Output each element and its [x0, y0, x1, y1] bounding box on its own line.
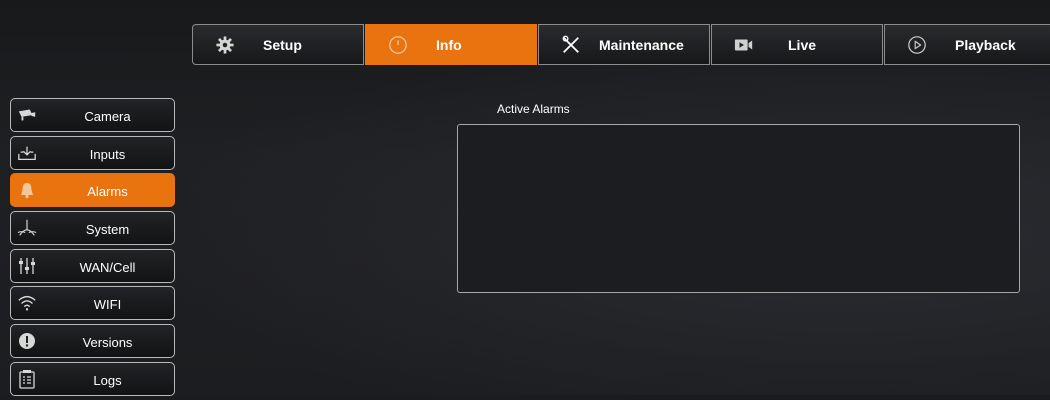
- sliders-icon: [17, 256, 37, 276]
- clock-icon: [388, 35, 408, 55]
- sidebar-item-label: System: [85, 222, 130, 238]
- sidebar-item-label: Inputs: [89, 146, 126, 162]
- system-icon: [17, 218, 37, 238]
- page-title: Active Alarms: [497, 102, 570, 116]
- tab-maintenance-label: Maintenance: [599, 37, 684, 53]
- tab-playback-label: Playback: [955, 37, 1016, 53]
- sidebar-item-label: Versions: [82, 335, 133, 351]
- sidebar-item-label: WIFI: [93, 297, 122, 313]
- sidebar-item-wifi[interactable]: WIFI: [10, 286, 175, 321]
- sidebar-item-label: Logs: [93, 372, 122, 388]
- tab-live[interactable]: Live: [711, 24, 883, 65]
- sidebar-item-label: WAN/Cell: [79, 259, 136, 275]
- sidebar-item-camera[interactable]: Camera: [10, 98, 175, 132]
- tab-playback[interactable]: Playback: [884, 24, 1050, 65]
- tab-setup[interactable]: Setup: [192, 24, 364, 65]
- tab-info[interactable]: Info: [365, 24, 537, 65]
- active-alarms-list[interactable]: [457, 124, 1020, 293]
- sidebar-item-label: Camera: [84, 109, 131, 124]
- wifi-icon: [17, 293, 37, 313]
- top-tab-bar: Setup Info Maintenance Live Playback: [192, 24, 1050, 65]
- video-camera-icon: [734, 35, 754, 55]
- sidebar-item-logs[interactable]: Logs: [10, 361, 175, 396]
- gear-icon: [215, 35, 235, 55]
- sidebar-item-versions[interactable]: Versions: [10, 324, 175, 359]
- tab-live-label: Live: [788, 37, 817, 53]
- sidebar-item-alarms[interactable]: Alarms: [10, 173, 175, 208]
- tab-setup-label: Setup: [263, 37, 302, 53]
- sidebar-item-wan-cell[interactable]: WAN/Cell: [10, 248, 175, 283]
- tools-icon: [561, 35, 581, 55]
- camera-icon: [17, 105, 37, 125]
- inputs-icon: [17, 143, 37, 163]
- sidebar-item-inputs[interactable]: Inputs: [10, 135, 175, 170]
- info-icon: [17, 331, 37, 351]
- tab-maintenance[interactable]: Maintenance: [538, 24, 710, 65]
- playback-icon: [907, 35, 927, 55]
- logs-icon: [17, 369, 37, 389]
- sidebar-item-system[interactable]: System: [10, 211, 175, 246]
- bell-icon: [17, 180, 37, 200]
- sidebar-item-label: Alarms: [87, 184, 128, 200]
- sidebar: Camera Inputs Alarms System WAN/Cell WIF…: [10, 98, 176, 400]
- tab-info-label: Info: [436, 37, 462, 53]
